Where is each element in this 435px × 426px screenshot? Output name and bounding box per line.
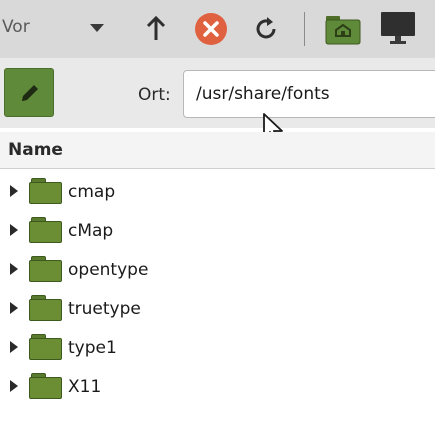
list-item-label: truetype <box>68 299 141 319</box>
column-header-name[interactable]: Name <box>8 140 63 160</box>
folder-icon <box>29 373 63 399</box>
expander-arrow-icon[interactable] <box>10 302 18 314</box>
folder-icon <box>29 256 63 282</box>
list-item-label: cMap <box>68 221 114 241</box>
folder-icon <box>29 217 63 243</box>
column-header[interactable]: Name <box>0 132 435 169</box>
stop-icon[interactable] <box>195 13 227 45</box>
list-item[interactable]: X11 <box>0 367 435 406</box>
computer-icon[interactable] <box>380 10 416 46</box>
list-item-label: type1 <box>68 338 117 358</box>
pencil-icon <box>22 85 38 101</box>
list-item-label: cmap <box>68 182 116 202</box>
list-item[interactable]: cmap <box>0 172 435 211</box>
expander-arrow-icon[interactable] <box>10 224 18 236</box>
edit-location-button[interactable] <box>4 68 54 117</box>
forward-button[interactable]: Vor <box>2 17 30 37</box>
toolbar: Vor <box>0 0 435 58</box>
dropdown-arrow-icon[interactable] <box>90 24 104 32</box>
list-item[interactable]: truetype <box>0 289 435 328</box>
folder-icon <box>29 295 63 321</box>
expander-arrow-icon[interactable] <box>10 380 18 392</box>
folder-icon <box>29 178 63 204</box>
list-item[interactable]: cMap <box>0 211 435 250</box>
list-item-label: X11 <box>68 377 102 397</box>
expander-arrow-icon[interactable] <box>10 263 18 275</box>
home-folder-icon[interactable] <box>325 12 361 46</box>
folder-icon <box>29 334 63 360</box>
toolbar-separator <box>304 12 305 46</box>
location-label: Ort: <box>138 85 171 105</box>
location-path-input[interactable]: /usr/share/fonts <box>183 70 435 118</box>
expander-arrow-icon[interactable] <box>10 341 18 353</box>
list-item[interactable]: type1 <box>0 328 435 367</box>
list-item-label: opentype <box>68 260 149 280</box>
expander-arrow-icon[interactable] <box>10 185 18 197</box>
reload-icon[interactable] <box>250 12 282 46</box>
list-item[interactable]: opentype <box>0 250 435 289</box>
up-arrow-icon[interactable] <box>140 12 172 46</box>
location-bar: Ort: /usr/share/fonts <box>0 58 435 128</box>
